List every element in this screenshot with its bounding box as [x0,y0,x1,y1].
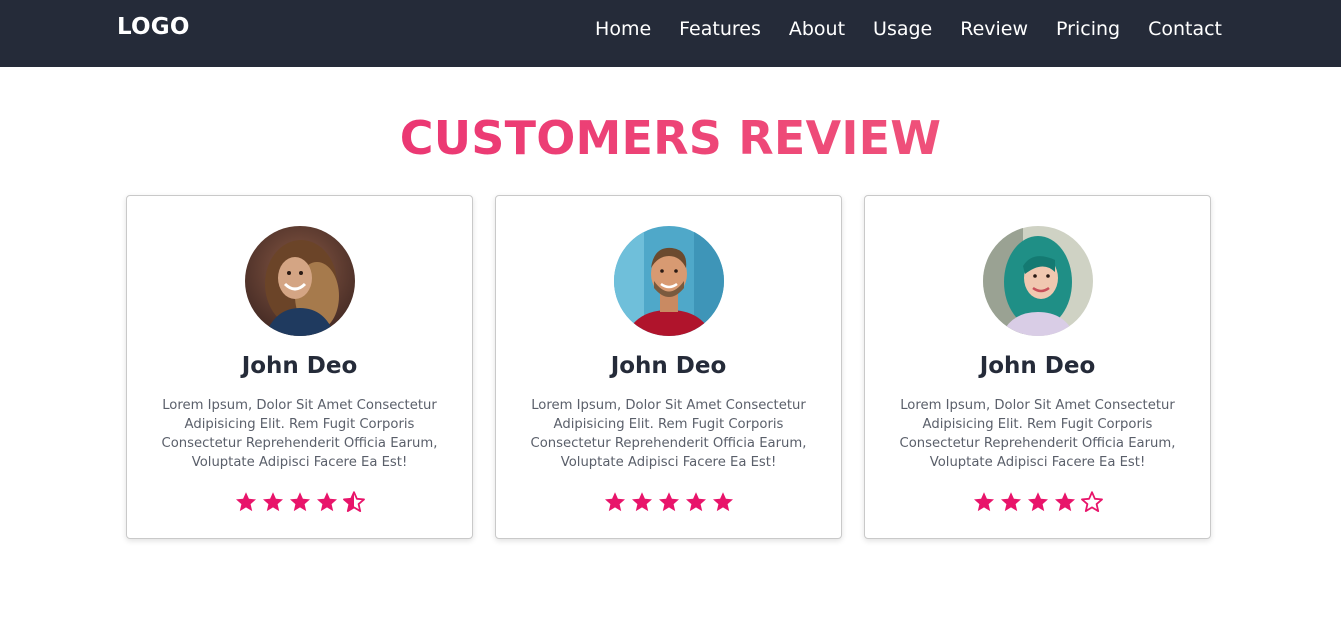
nav-link-about[interactable]: About [789,17,845,41]
nav-item-about: About [789,17,845,41]
reviewer-name: John Deo [241,353,358,379]
avatar [613,226,724,336]
star-filled-icon [262,492,283,512]
star-filled-icon [1027,492,1048,512]
star-filled-icon [1054,492,1075,512]
star-outline-icon [1080,491,1103,512]
nav-link-features[interactable]: Features [679,17,761,41]
avatar-woman-curly-hair-image [244,226,355,336]
navbar: LOGO Home Features About Usage Review Pr… [0,0,1341,67]
logo[interactable]: LOGO [117,14,190,40]
star-filled-icon [658,492,679,512]
avatar [982,226,1093,336]
star-filled-icon [604,492,625,512]
reviewer-name: John Deo [610,353,727,379]
review-text: Lorem Ipsum, Dolor Sit Amet Consectetur … [530,398,807,470]
avatar-man-beard-image [613,226,724,336]
nav-item-contact: Contact [1148,17,1222,41]
avatar-woman-teal-hair-image [982,226,1093,336]
star-filled-icon [1000,492,1021,512]
nav-item-review: Review [960,17,1028,41]
nav-link-usage[interactable]: Usage [873,17,932,41]
nav-item-home: Home [595,17,651,41]
star-filled-icon [316,492,337,512]
star-filled-icon [712,492,733,512]
review-card: John Deo Lorem Ipsum, Dolor Sit Amet Con… [864,195,1211,539]
nav-link-pricing[interactable]: Pricing [1056,17,1120,41]
nav-item-usage: Usage [873,17,932,41]
star-rating [865,490,1210,514]
star-filled-icon [631,492,652,512]
star-filled-icon [685,492,706,512]
avatar [244,226,355,336]
section-title: CUSTOMERS REVIEW [0,108,1341,168]
nav-item-features: Features [679,17,761,41]
star-filled-icon [289,492,310,512]
reviewer-name: John Deo [979,353,1096,379]
star-filled-icon [235,492,256,512]
review-card: John Deo Lorem Ipsum, Dolor Sit Amet Con… [495,195,842,539]
review-text: Lorem Ipsum, Dolor Sit Amet Consectetur … [899,398,1176,470]
star-rating [127,490,472,514]
star-half-icon [342,491,365,512]
review-card: John Deo Lorem Ipsum, Dolor Sit Amet Con… [126,195,473,539]
star-rating [496,490,841,514]
review-text: Lorem Ipsum, Dolor Sit Amet Consectetur … [161,398,438,470]
nav-link-contact[interactable]: Contact [1148,17,1222,41]
nav-menu: Home Features About Usage Review Pricing… [595,17,1222,41]
nav-link-review[interactable]: Review [960,17,1028,41]
nav-link-home[interactable]: Home [595,17,651,41]
star-filled-icon [973,492,994,512]
nav-item-pricing: Pricing [1056,17,1120,41]
